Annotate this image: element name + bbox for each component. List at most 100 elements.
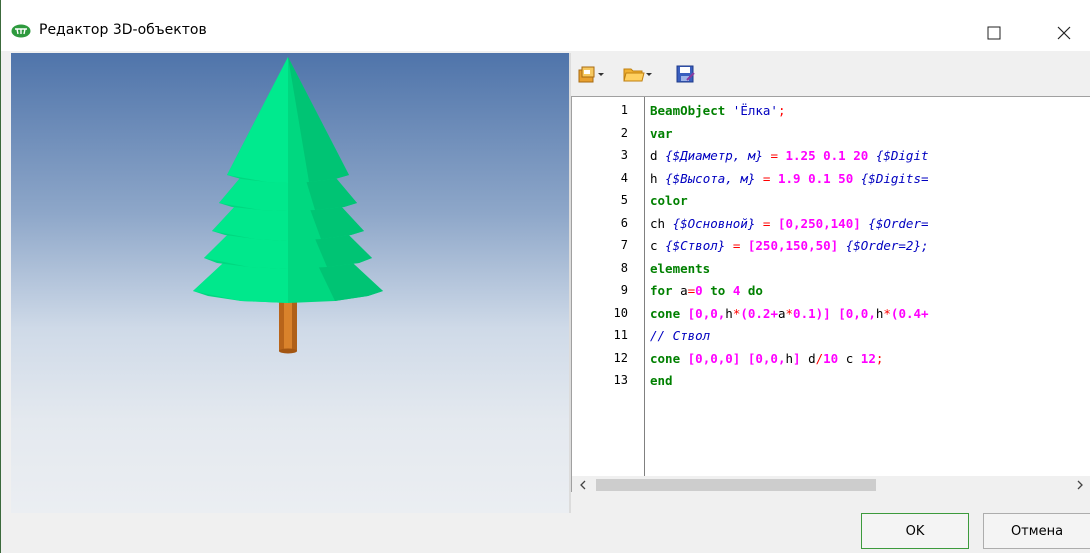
code-token: h: [725, 305, 733, 321]
code-token: [0,0,: [687, 305, 726, 321]
code-token: cone: [650, 350, 681, 366]
code-line: ch {$Основной} = [0,250,140] {$Order=: [650, 216, 929, 231]
cancel-button[interactable]: Отмена: [983, 513, 1090, 549]
code-line: c {$Ствол} = [250,150,50] {$Order=2};: [650, 238, 929, 253]
code-token: var: [650, 125, 673, 141]
code-token: h: [650, 170, 666, 186]
code-token: to: [710, 283, 726, 298]
code-token: {$Ствол}: [665, 238, 726, 253]
code-token: for: [650, 283, 673, 298]
line-number-gutter: 1 2 3 4 5 6 7 8 9 10 11 12 13: [572, 97, 645, 477]
code-token: 0.1)]: [793, 305, 831, 321]
code-token: d: [800, 350, 816, 366]
code-token: *: [883, 305, 891, 321]
code-token: ;: [875, 350, 884, 366]
close-icon: [1057, 26, 1071, 40]
title-bar[interactable]: Редактор 3D-объектов: [1, 0, 1090, 51]
dropdown-arrow-icon: [598, 73, 604, 76]
line-number: 11: [613, 328, 628, 342]
code-token: end: [650, 373, 673, 388]
window-title: Редактор 3D-объектов: [39, 22, 207, 38]
line-number: 6: [620, 215, 628, 230]
code-token: {$Высота, м}: [665, 170, 756, 186]
code-token: c: [838, 350, 861, 366]
code-token: a: [672, 283, 688, 298]
3d-viewport[interactable]: [11, 53, 569, 513]
scrollbar-thumb[interactable]: [596, 479, 876, 491]
ok-button[interactable]: OK: [861, 513, 969, 549]
line-number: 9: [620, 283, 628, 297]
line-number: 3: [620, 148, 628, 162]
code-token: [250,150,50]: [747, 238, 839, 253]
code-token: 10: [823, 350, 839, 366]
code-token: elements: [650, 260, 711, 276]
editor-window: Редактор 3D-объектов 1 2 3 4 5 6 7 8 9 1…: [0, 0, 1090, 553]
code-line: cone [0,0,0] [0,0,h] d/10 c 12;: [650, 351, 883, 366]
code-line: h {$Высота, м} = 1.9 0.1 50 {$Digits=: [650, 171, 929, 186]
line-number: 1: [620, 103, 628, 117]
code-token: (0.4+: [890, 305, 929, 321]
code-token: d: [650, 148, 666, 163]
line-number: 2: [620, 125, 628, 140]
code-editor[interactable]: 1 2 3 4 5 6 7 8 9 10 11 12 13 BeamObject 'Ёлка'; var d…: [571, 96, 1090, 492]
code-line: // Ствол: [650, 328, 710, 343]
code-token: 0: [695, 283, 703, 298]
code-token: *: [785, 305, 794, 321]
line-number: 12: [613, 350, 628, 365]
close-button[interactable]: [1041, 16, 1087, 50]
scroll-left-icon[interactable]: [578, 479, 588, 491]
code-token: [0,0,0]: [687, 350, 741, 366]
code-token: ;: [777, 103, 786, 118]
code-token: {$Digit: [875, 148, 929, 163]
app-icon: [11, 24, 31, 38]
code-token: cone: [650, 305, 681, 321]
code-token: 'Ёлка': [732, 103, 778, 118]
code-token: do: [747, 283, 763, 298]
open-button[interactable]: [623, 63, 653, 85]
code-line: color: [650, 193, 688, 208]
save-icon: [676, 65, 695, 83]
horizontal-scrollbar[interactable]: [572, 476, 1090, 492]
code-line: var: [650, 126, 673, 141]
maximize-button[interactable]: [971, 16, 1017, 50]
code-token: [0,0,: [838, 305, 876, 321]
code-line: elements: [650, 261, 710, 276]
open-folder-icon: [623, 68, 645, 82]
line-number: 10: [613, 305, 628, 320]
code-token: {$Основной}: [672, 215, 756, 231]
templates-icon: [578, 66, 595, 83]
line-number: 4: [620, 170, 628, 185]
save-button[interactable]: [675, 63, 695, 85]
scroll-right-icon[interactable]: [1075, 479, 1085, 491]
line-number: 8: [620, 260, 628, 275]
code-token: 1.9 0.1 50: [777, 170, 854, 186]
code-line: cone [0,0,h*(0.2+a*0.1)] [0,0,h*(0.4+: [650, 306, 929, 321]
maximize-icon: [987, 26, 1001, 40]
code-token: a: [777, 305, 786, 321]
code-token: [0,0,: [747, 350, 786, 366]
line-number: 5: [620, 193, 628, 207]
code-line: for a=0 to 4 do: [650, 283, 763, 298]
tree-crown: [193, 57, 383, 303]
templates-button[interactable]: [577, 63, 605, 85]
editor-toolbar: [571, 53, 1090, 95]
editor-panel: 1 2 3 4 5 6 7 8 9 10 11 12 13 BeamObject 'Ёлка'; var d…: [571, 53, 1090, 513]
tree-model: [193, 57, 383, 354]
code-token: BeamObject: [650, 103, 726, 118]
code-token: {$Order=: [868, 215, 929, 231]
